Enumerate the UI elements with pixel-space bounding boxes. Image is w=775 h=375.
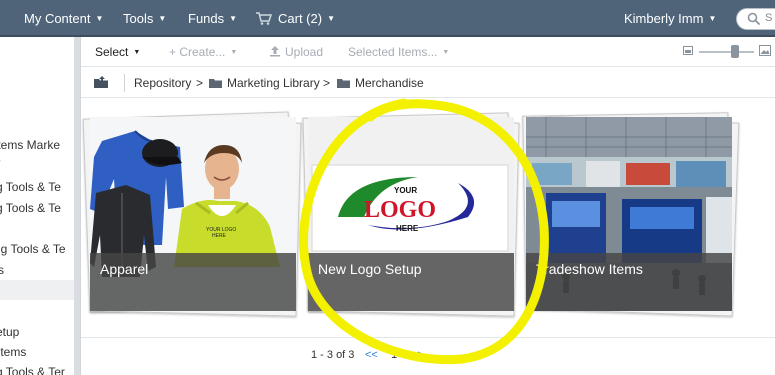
- nav-tools-label: Tools: [123, 11, 154, 26]
- nav-my-content[interactable]: My Content ▼: [24, 11, 103, 26]
- folder-tile-new-logo-setup[interactable]: YOUR LOGO HERE New Logo Setup: [302, 112, 520, 317]
- chevron-down-icon: ▼: [708, 14, 717, 23]
- sidebar-item[interactable]: ng Tools & Te: [0, 242, 74, 256]
- search-icon: [747, 12, 761, 26]
- search-input[interactable]: S: [736, 8, 775, 30]
- logo-text-your: YOUR: [394, 186, 417, 195]
- sidebar-item[interactable]: g Tools & Te: [0, 201, 74, 215]
- breadcrumb-item-merchandise[interactable]: Merchandise: [337, 76, 424, 90]
- create-menu[interactable]: + Create... ▼: [169, 45, 237, 59]
- sidebar-item[interactable]: /: [0, 158, 74, 172]
- nav-funds-label: Funds: [188, 11, 225, 26]
- zoom-slider-track[interactable]: [699, 51, 754, 53]
- sidebar-item[interactable]: etup: [0, 325, 74, 339]
- zoom-slider-handle[interactable]: [731, 45, 739, 58]
- pagination-page-1[interactable]: 1: [391, 349, 397, 361]
- top-nav-bar: My Content ▼ Tools ▼ Funds ▼ Cart (2) ▼ Kimb…: [0, 0, 775, 37]
- breadcrumb-separator: >: [196, 76, 204, 90]
- sidebar-item[interactable]: Items: [0, 345, 74, 359]
- hoodie-print-line2: HERE: [212, 233, 227, 239]
- left-sidebar: Items Marke / g Tools & Te g Tools & Te …: [0, 37, 74, 375]
- pagination: 1 - 3 of 3 << 1 >>: [81, 337, 775, 375]
- logo-text-here: HERE: [396, 224, 419, 233]
- folder-up-icon[interactable]: [93, 75, 109, 89]
- sidebar-item[interactable]: Items Marke: [0, 138, 74, 152]
- pagination-prev[interactable]: <<: [365, 349, 378, 361]
- sidebar-item[interactable]: g Tools & Ter: [0, 365, 74, 375]
- sidebar-item[interactable]: g Tools & Te: [0, 180, 74, 194]
- tile-label: New Logo Setup: [318, 261, 422, 277]
- main-panel: Select ▼ + Create... ▼ Upload Selected Ite…: [80, 37, 775, 375]
- breadcrumb-divider: [124, 74, 125, 92]
- chevron-down-icon: ▼: [230, 49, 238, 56]
- selected-items-menu[interactable]: Selected Items... ▼: [348, 45, 449, 59]
- small-thumbnail-icon[interactable]: [683, 46, 693, 55]
- select-label: Select: [95, 45, 129, 59]
- search-text: S: [765, 12, 773, 24]
- sidebar-selected-band: [0, 280, 74, 300]
- chevron-down-icon: ▼: [229, 14, 238, 23]
- upload-button[interactable]: Upload: [269, 45, 323, 59]
- create-label: Create...: [179, 45, 226, 59]
- breadcrumb-label: Marketing Library: [227, 76, 320, 90]
- chevron-down-icon: ▼: [133, 49, 141, 56]
- sidebar-item[interactable]: s: [0, 263, 74, 277]
- upload-icon: [270, 46, 280, 57]
- chevron-down-icon: ▼: [442, 49, 450, 56]
- folder-icon: [337, 79, 350, 88]
- logo-text-logo: LOGO: [364, 197, 436, 223]
- user-name: Kimberly Imm: [624, 11, 704, 26]
- nav-cart-label: Cart (2): [278, 11, 323, 26]
- breadcrumb: Repository > Marketing Library > Merchan…: [81, 68, 775, 98]
- nav-funds[interactable]: Funds ▼: [188, 11, 237, 26]
- nav-my-content-label: My Content: [24, 11, 91, 26]
- breadcrumb-separator: >: [323, 76, 331, 90]
- upload-label: Upload: [285, 45, 324, 59]
- plus-icon: +: [169, 45, 180, 59]
- breadcrumb-label: Merchandise: [355, 76, 424, 90]
- tile-label: Tradeshow Items: [536, 261, 643, 277]
- chevron-down-icon: ▼: [327, 14, 335, 23]
- pagination-range: 1 - 3 of 3: [311, 349, 355, 361]
- chevron-down-icon: ▼: [158, 14, 167, 23]
- pagination-next[interactable]: >>: [411, 349, 424, 361]
- user-menu[interactable]: Kimberly Imm ▼: [624, 11, 716, 26]
- cart-icon: [256, 12, 272, 25]
- selected-items-label: Selected Items...: [348, 45, 438, 59]
- folder-tile-apparel[interactable]: YOUR LOGO HERE Apparel: [82, 111, 302, 317]
- large-thumbnail-icon[interactable]: [759, 45, 771, 56]
- toolbar: Select ▼ + Create... ▼ Upload Selected Ite…: [81, 37, 775, 67]
- nav-tools[interactable]: Tools ▼: [123, 11, 166, 26]
- select-menu[interactable]: Select ▼: [95, 45, 140, 59]
- folder-tile-tradeshow-items[interactable]: Tradeshow Items: [522, 112, 740, 317]
- chevron-down-icon: ▼: [95, 14, 104, 23]
- tile-label: Apparel: [100, 261, 149, 277]
- breadcrumb-item-repository[interactable]: Repository: [134, 76, 191, 90]
- nav-cart[interactable]: Cart (2) ▼: [256, 11, 335, 26]
- breadcrumb-item-marketing-library[interactable]: Marketing Library: [209, 76, 320, 90]
- folder-icon: [209, 79, 222, 88]
